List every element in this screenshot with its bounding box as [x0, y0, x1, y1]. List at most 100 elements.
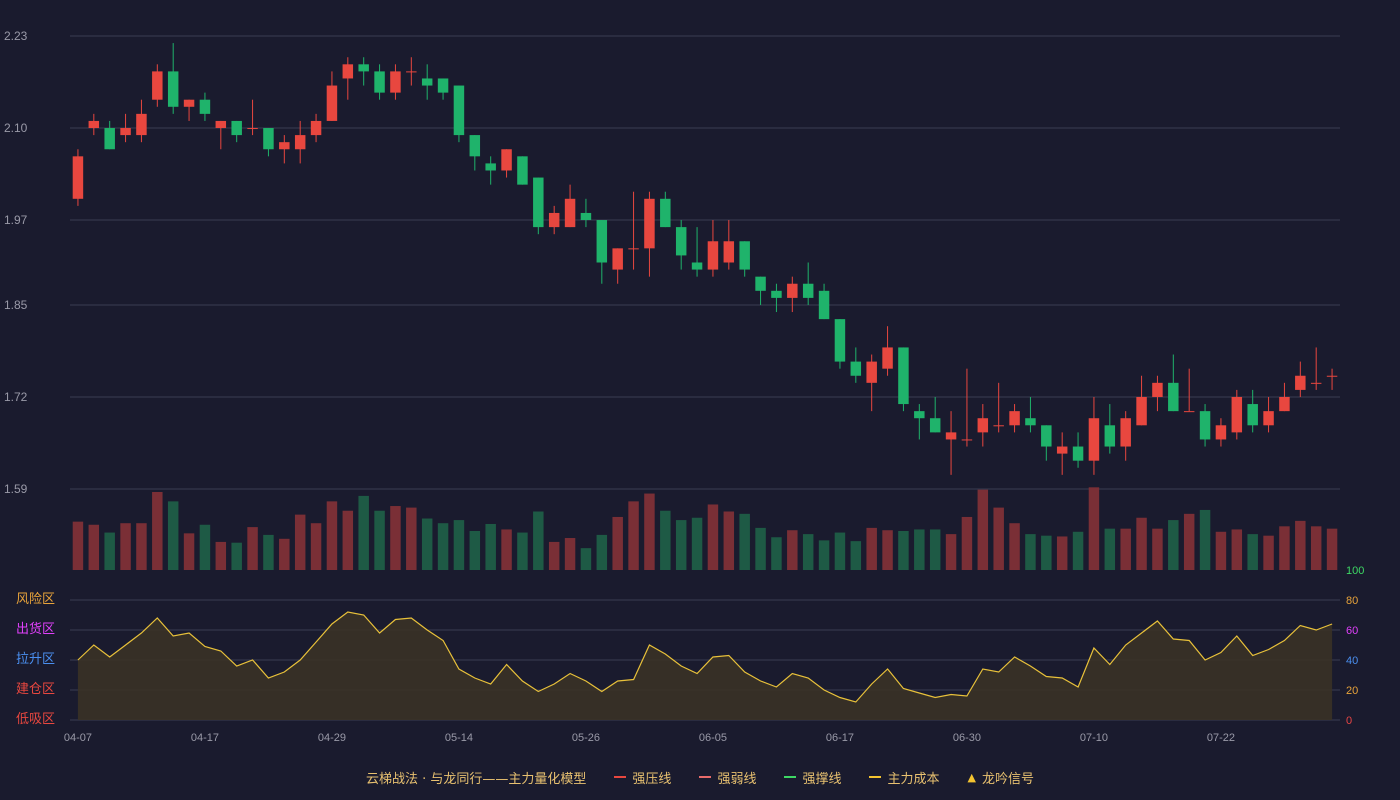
volume-bar: [1183, 513, 1195, 570]
volume-bar: [1215, 531, 1227, 570]
candle-body: [818, 290, 830, 320]
x-tick-label: 04-29: [318, 732, 346, 744]
volume-bar: [580, 548, 592, 570]
legend-label-strong-pressure: 强压线: [632, 771, 672, 787]
volume-bar: [88, 524, 100, 570]
oscillator-tick-label: 60: [1346, 625, 1358, 637]
candle-body: [294, 135, 306, 150]
volume-bar: [596, 534, 608, 570]
candle-body: [1279, 396, 1290, 412]
candle-body: [469, 135, 481, 157]
volume-bar: [628, 501, 639, 570]
volume-bar: [247, 527, 258, 570]
candle-body: [1183, 411, 1195, 413]
volume-bar: [231, 542, 242, 570]
candle-body: [866, 361, 877, 383]
candle-body: [1120, 418, 1131, 447]
volume-bar: [1041, 535, 1052, 570]
candle-body: [136, 113, 147, 136]
candle-body: [263, 128, 274, 150]
volume-bar: [390, 506, 401, 570]
volume-bar: [374, 510, 385, 570]
legend-item-strong-pressure[interactable]: 强压线: [614, 768, 671, 787]
volume-bar: [866, 527, 877, 570]
volume-bar: [437, 523, 449, 570]
volume-bar: [1168, 520, 1179, 570]
legend-item-strong-support[interactable]: 强撑线: [784, 768, 841, 787]
volume-bar: [326, 501, 338, 570]
legend-item-dragon-signal[interactable]: ▲ 龙吟信号: [967, 768, 1033, 787]
candle-body: [787, 283, 798, 298]
volume-bar: [850, 541, 862, 570]
volume-bar: [485, 523, 496, 570]
oscillator-zone-label: 风险区: [16, 592, 55, 607]
candle-body: [517, 156, 528, 185]
volume-bar: [136, 523, 147, 570]
legend-label-dragon-signal: 龙吟信号: [981, 771, 1034, 787]
candle-body: [231, 120, 242, 136]
volume-bar: [1120, 528, 1131, 570]
legend-label-main-cost: 主力成本: [887, 771, 940, 787]
candle-body: [1152, 382, 1163, 397]
oscillator-zone-label: 拉升区: [16, 652, 55, 667]
candle-body: [1009, 411, 1020, 426]
candle-body: [644, 198, 655, 249]
candle-body: [993, 425, 1004, 427]
volume-bar: [1104, 528, 1116, 570]
price-tick-label: 1.72: [4, 390, 28, 404]
candle-body: [406, 71, 417, 73]
candle-body: [675, 227, 687, 256]
candle-body: [596, 220, 608, 263]
volume-bar: [501, 529, 512, 570]
legend-swatch-strong-support: [784, 776, 797, 778]
volume-bar: [1072, 531, 1084, 570]
volume-bar: [675, 520, 687, 570]
candle-body: [723, 241, 735, 263]
candle-body: [342, 64, 354, 79]
volume-bar: [644, 493, 655, 570]
volume-bar: [1279, 526, 1290, 570]
candle-body: [739, 241, 750, 270]
oscillator-tick-label: 0: [1346, 715, 1352, 727]
volume-bar: [469, 531, 481, 570]
candle-body: [802, 283, 814, 298]
volume-bar: [215, 541, 227, 570]
volume-bar: [183, 533, 195, 570]
candle-body: [850, 361, 862, 376]
legend-swatch-main-cost: [869, 776, 882, 778]
candle-body: [374, 71, 385, 93]
x-tick-label: 07-22: [1207, 732, 1235, 744]
candle-body: [1247, 404, 1258, 426]
candle-body: [326, 85, 338, 121]
price-tick-label: 1.85: [4, 298, 28, 312]
volume-bar: [834, 532, 846, 570]
oscillator-tick-label: 40: [1346, 655, 1358, 667]
candle-body: [1104, 425, 1116, 447]
candle-body: [72, 156, 84, 199]
legend-item-strength-line[interactable]: 强弱线: [699, 768, 756, 787]
volume-bar: [453, 520, 465, 570]
triangle-icon: ▲: [967, 770, 976, 784]
oscillator-zone-label: 低吸区: [16, 712, 55, 727]
volume-bar: [1199, 509, 1211, 570]
x-tick-label: 04-07: [64, 732, 92, 744]
candle-body: [707, 241, 719, 270]
volume-bar: [945, 534, 957, 570]
candle-body: [1231, 396, 1243, 433]
price-tick-label: 1.97: [4, 213, 28, 227]
volume-bar: [707, 504, 719, 570]
candle-body: [358, 64, 369, 72]
candle-body: [167, 71, 179, 107]
volume-bar: [882, 530, 893, 570]
candle-body: [183, 99, 195, 107]
legend-item-main-cost[interactable]: 主力成本: [869, 768, 939, 787]
x-tick-label: 04-17: [191, 732, 219, 744]
volume-bar: [660, 510, 671, 570]
candle-body: [1025, 418, 1036, 426]
candle-body: [533, 177, 544, 228]
candle-body: [628, 248, 639, 250]
candle-body: [882, 347, 893, 369]
candle-body: [977, 418, 989, 433]
x-tick-label: 05-26: [572, 732, 600, 744]
legend-swatch-strong-pressure: [614, 776, 627, 778]
